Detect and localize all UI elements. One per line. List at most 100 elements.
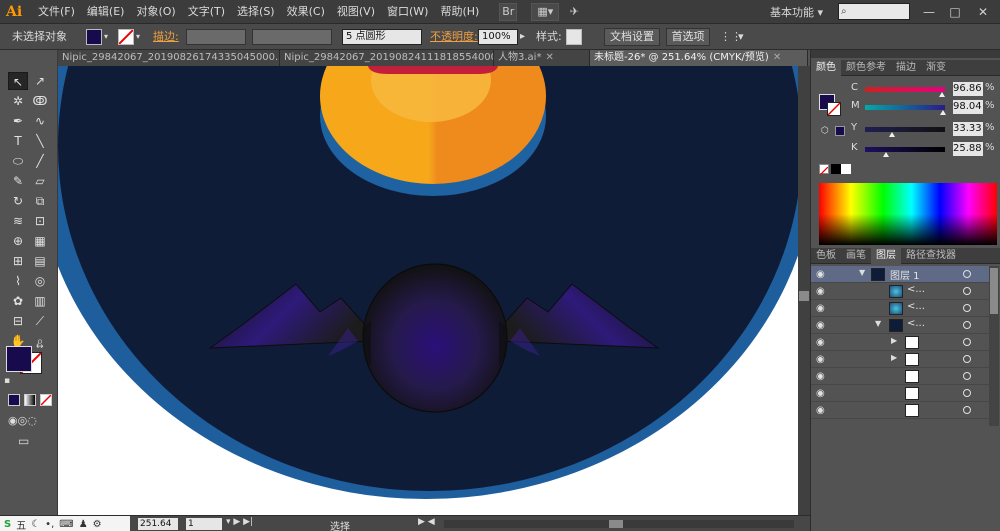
blend-tool-icon[interactable]: ◎	[30, 272, 50, 290]
tab-layers[interactable]: 图层	[871, 247, 901, 264]
eye-icon[interactable]: ◉	[816, 337, 825, 348]
ime-toolbar[interactable]: S 五 ☾ •, ⌨ ♟ ⚙	[0, 516, 130, 531]
eyedropper-tool-icon[interactable]: ⌇	[8, 272, 28, 290]
horizontal-scrollbar[interactable]	[444, 520, 794, 528]
minimize-button[interactable]: —	[918, 3, 940, 21]
layer-name[interactable]: 图层 1	[890, 267, 920, 282]
menu-select[interactable]: 选择(S)	[231, 0, 281, 24]
out-of-gamut-icon[interactable]: ⬡	[821, 126, 829, 136]
menu-type[interactable]: 文字(T)	[182, 0, 231, 24]
scale-tool-icon[interactable]: ⧉	[30, 192, 50, 210]
opacity-field[interactable]: 100%	[478, 29, 518, 45]
panel-stroke-box[interactable]	[827, 102, 841, 116]
menu-window[interactable]: 窗口(W)	[381, 0, 434, 24]
yellow-slider[interactable]: Y 33.33 %	[851, 122, 999, 138]
gradient-mode-icon[interactable]	[24, 394, 36, 406]
scrollbar-thumb[interactable]	[990, 268, 998, 314]
channel-value[interactable]: 98.04	[953, 100, 983, 114]
expand-down-icon[interactable]: ▼	[859, 268, 865, 277]
stroke-swatch[interactable]	[118, 29, 134, 45]
menu-file[interactable]: 文件(F)	[32, 0, 81, 24]
artboard-nav-icon[interactable]: ▾ ▶ ▶|	[226, 517, 253, 527]
menu-edit[interactable]: 编辑(E)	[81, 0, 131, 24]
eye-icon[interactable]: ◉	[816, 320, 825, 331]
target-icon[interactable]	[963, 287, 971, 295]
layer-row[interactable]: ◉ <...	[811, 283, 989, 300]
expand-right-icon[interactable]: ▶	[891, 336, 897, 345]
eraser-tool-icon[interactable]: ▱	[30, 172, 50, 190]
black-slider[interactable]: K 25.88 %	[851, 142, 999, 158]
scrollbar-thumb[interactable]	[799, 291, 809, 301]
chevron-right-icon[interactable]: ▸	[520, 28, 525, 46]
none-mode-icon[interactable]	[40, 394, 52, 406]
dock-header[interactable]	[811, 50, 1000, 58]
menu-help[interactable]: 帮助(H)	[434, 0, 485, 24]
menu-effect[interactable]: 效果(C)	[281, 0, 331, 24]
slider-thumb[interactable]	[940, 110, 947, 115]
fill-color-box[interactable]	[6, 346, 32, 372]
gradient-tool-icon[interactable]: ▤	[30, 252, 50, 270]
document-tab[interactable]: Nipic_29842067_20190826174335045000.ai*✕	[58, 50, 280, 66]
target-icon[interactable]	[963, 406, 971, 414]
rotate-tool-icon[interactable]: ↻	[8, 192, 28, 210]
tab-brushes[interactable]: 画笔	[841, 248, 871, 264]
layer-row[interactable]: ◉ ▼ 图层 1	[811, 266, 989, 283]
eye-icon[interactable]: ◉	[816, 405, 825, 416]
target-icon[interactable]	[963, 372, 971, 380]
layer-name[interactable]: <...	[907, 284, 925, 295]
channel-value[interactable]: 33.33	[953, 122, 983, 136]
layer-row[interactable]: ◉ ▶	[811, 334, 989, 351]
screen-mode-icon[interactable]: ▭	[18, 434, 29, 448]
graphic-style-swatch[interactable]	[566, 29, 582, 45]
artboard-number-field[interactable]: 1	[186, 518, 222, 530]
variable-width-dropdown[interactable]	[252, 29, 332, 45]
column-graph-tool-icon[interactable]: ▥	[30, 292, 50, 310]
stroke-weight-dropdown[interactable]	[186, 29, 246, 45]
default-colors-icon[interactable]: ▪	[4, 376, 10, 386]
target-icon[interactable]	[963, 355, 971, 363]
white-swatch[interactable]	[841, 164, 851, 174]
pen-tool-icon[interactable]: ✒	[8, 112, 28, 130]
eye-icon[interactable]: ◉	[816, 388, 825, 399]
eye-icon[interactable]: ◉	[816, 286, 825, 297]
target-icon[interactable]	[963, 338, 971, 346]
color-mode-icon[interactable]	[8, 394, 20, 406]
slider-thumb[interactable]	[939, 92, 946, 97]
magic-wand-tool-icon[interactable]: ✲	[8, 92, 28, 110]
width-tool-icon[interactable]: ≋	[8, 212, 28, 230]
perspective-grid-tool-icon[interactable]: ▦	[30, 232, 50, 250]
ellipse-tool-icon[interactable]: ⬭	[8, 152, 28, 170]
fill-swatch[interactable]	[86, 29, 102, 45]
pencil-tool-icon[interactable]: ✎	[8, 172, 28, 190]
curvature-tool-icon[interactable]: ∿	[30, 112, 50, 130]
slider-thumb[interactable]	[888, 132, 895, 137]
black-swatch[interactable]	[831, 164, 841, 174]
zoom-field[interactable]: 251.64	[138, 518, 178, 530]
swap-colors-icon[interactable]: ↔	[36, 342, 44, 352]
layer-row[interactable]: ◉	[811, 368, 989, 385]
line-tool-icon[interactable]: ╲	[30, 132, 50, 150]
tab-stroke[interactable]: 描边	[891, 60, 921, 76]
target-icon[interactable]	[963, 321, 971, 329]
symbol-sprayer-tool-icon[interactable]: ✿	[8, 292, 28, 310]
brush-dropdown[interactable]: 5 点圆形	[342, 29, 422, 45]
tab-gradient[interactable]: 渐变	[921, 60, 951, 76]
menu-object[interactable]: 对象(O)	[130, 0, 181, 24]
channel-value[interactable]: 25.88	[953, 142, 983, 156]
chevron-down-icon[interactable]: ▾	[136, 28, 140, 46]
slice-tool-icon[interactable]: ⟋	[30, 312, 50, 330]
document-tab[interactable]: Nipic_29842067_20190824111818554000.ai*✕	[280, 50, 494, 66]
chevron-down-icon[interactable]: ▾	[104, 28, 108, 46]
layer-row[interactable]: ◉ ▶	[811, 351, 989, 368]
workspace-switcher[interactable]: 基本功能 ▾	[770, 4, 823, 20]
type-tool-icon[interactable]: T	[8, 132, 28, 150]
document-tab-active[interactable]: 未标题-26* @ 251.64% (CMYK/预览) ✕	[590, 50, 808, 66]
close-icon[interactable]: ✕	[773, 52, 781, 63]
document-tab[interactable]: 人物3.ai* ✕	[494, 50, 590, 66]
vertical-scrollbar[interactable]	[798, 66, 810, 515]
shape-builder-tool-icon[interactable]: ⊕	[8, 232, 28, 250]
draw-mode-icon[interactable]: ◉◎◌	[8, 414, 37, 427]
target-icon[interactable]	[963, 389, 971, 397]
eye-icon[interactable]: ◉	[816, 371, 825, 382]
arrange-documents-icon[interactable]: ▦▾	[531, 2, 560, 21]
